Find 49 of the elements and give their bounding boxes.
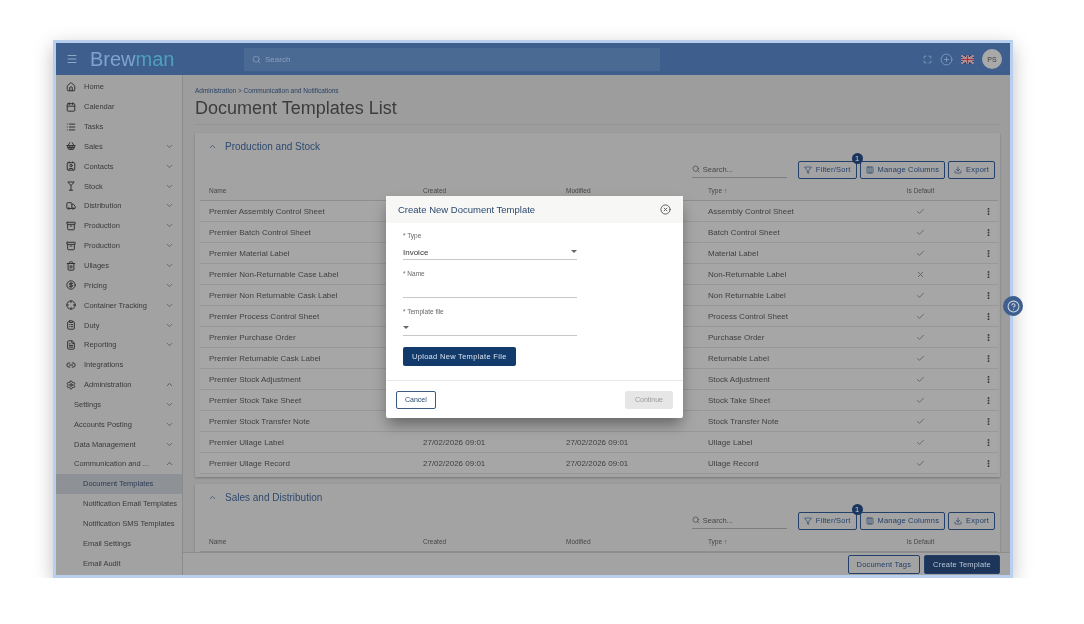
list-icon (66, 121, 76, 132)
link-icon (66, 359, 76, 370)
contact-card-icon (66, 161, 76, 172)
calendar-icon (66, 101, 76, 112)
columns-icon (865, 516, 874, 525)
table-cell: Premier Stock Take Sheet (209, 395, 302, 405)
home-icon (66, 81, 76, 92)
close-icon[interactable] (660, 204, 671, 215)
table-cell: Premier Ullage Label (209, 437, 284, 447)
search-icon (252, 54, 261, 64)
table-cell: Premier Process Control Sheet (209, 311, 320, 321)
dollar-icon (66, 280, 76, 291)
table-cell: Premier Purchase Order (209, 332, 296, 342)
filter-icon (803, 165, 812, 174)
table-cell: Premier Ullage Record (209, 458, 290, 468)
search-icon (691, 516, 700, 524)
download-icon (954, 165, 963, 174)
table-cell: Premier Batch Control Sheet (209, 227, 311, 237)
page-title: Document Templates List (195, 94, 1000, 125)
basket-icon (66, 141, 76, 152)
box-icon (66, 240, 76, 251)
settings-icon (66, 379, 76, 390)
table-cell: Premier Returnable Cask Label (209, 353, 321, 363)
filter-icon (803, 516, 812, 525)
caret-down-icon (571, 250, 577, 254)
flag-icon[interactable] (961, 54, 974, 64)
section-title: Sales and Distribution (225, 491, 323, 503)
help-button[interactable] (1003, 296, 1023, 316)
table-cell: Premier Non Returnable Cask Label (209, 290, 338, 300)
dialog-title: Create New Document Template (398, 204, 536, 215)
glass-icon (66, 181, 76, 192)
box-icon (66, 220, 76, 231)
table-cell: Premier Stock Transfer Note (209, 416, 310, 426)
table-cell: Premier Non-Returnable Case Label (209, 269, 339, 279)
table-cell: Premier Assembly Control Sheet (209, 206, 325, 216)
truck-icon (66, 201, 76, 211)
clipboard-icon (66, 320, 76, 331)
help-icon (1006, 299, 1020, 313)
columns-icon (865, 165, 874, 174)
search-icon (691, 165, 700, 173)
target-icon (66, 300, 76, 311)
table-cell: Premier Stock Adjustment (209, 374, 302, 384)
section-title: Production and Stock (225, 140, 321, 152)
logo: Brewman (90, 47, 176, 71)
bin-icon (66, 260, 76, 271)
download-icon (954, 516, 963, 525)
table-cell: Premier Material Label (209, 248, 290, 258)
document-icon (66, 339, 76, 350)
menu-icon[interactable] (66, 53, 78, 65)
